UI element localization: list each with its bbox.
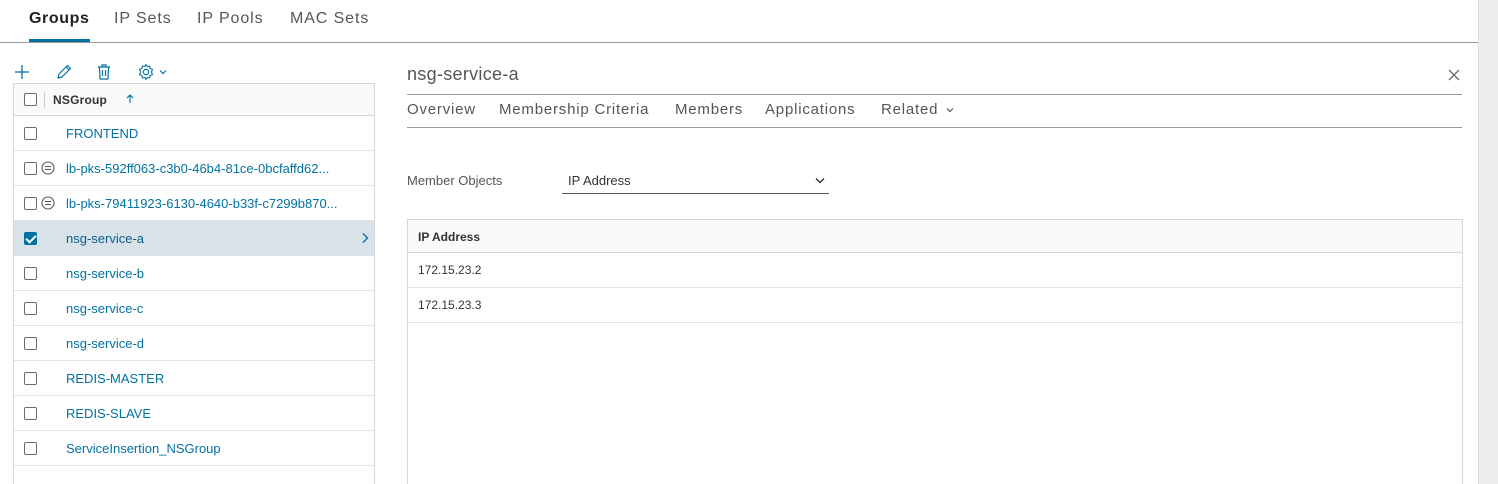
tab-ip-sets[interactable]: IP Sets [114, 8, 172, 42]
ip-address-table: IP Address 172.15.23.2 172.15.23.3 [407, 219, 1463, 484]
grid-row[interactable]: FRONTEND [14, 116, 374, 151]
tab-overview[interactable]: Overview [407, 101, 476, 118]
grid-row[interactable]: nsg-service-d [14, 326, 374, 361]
ip-address-cell: 172.15.23.2 [418, 263, 482, 277]
row-label[interactable]: REDIS-SLAVE [66, 406, 151, 421]
row-label[interactable]: lb-pks-592ff063-c3b0-46b4-81ce-0bcfaffd6… [66, 161, 329, 176]
tab-membership-criteria[interactable]: Membership Criteria [499, 101, 649, 118]
sort-ascending-icon[interactable] [125, 93, 135, 105]
row-checkbox[interactable] [24, 407, 37, 420]
row-checkbox[interactable] [24, 127, 37, 140]
grid-toolbar [12, 60, 182, 84]
chevron-down-icon [946, 108, 954, 113]
member-objects-label: Member Objects [407, 173, 503, 188]
add-button[interactable] [12, 60, 32, 84]
grid-row[interactable]: lb-pks-592ff063-c3b0-46b4-81ce-0bcfaffd6… [14, 151, 374, 186]
row-checkbox[interactable] [24, 232, 37, 245]
grid-row-selected[interactable]: nsg-service-a [14, 221, 374, 256]
top-tab-bar: Groups IP Sets IP Pools MAC Sets [0, 0, 1478, 43]
delete-button[interactable] [94, 60, 114, 84]
row-checkbox[interactable] [24, 302, 37, 315]
tab-mac-sets[interactable]: MAC Sets [290, 8, 369, 42]
table-row: 172.15.23.3 [408, 288, 1462, 323]
row-checkbox[interactable] [24, 337, 37, 350]
detail-title: nsg-service-a [407, 64, 519, 84]
column-header-nsgroup[interactable]: NSGroup [53, 93, 107, 107]
table-row: 172.15.23.2 [408, 253, 1462, 288]
tab-members[interactable]: Members [675, 101, 743, 118]
nsgroup-grid: NSGroup FRONTEND lb-pks-592ff063-c3b0-46… [13, 83, 375, 484]
chevron-right-icon[interactable] [360, 232, 370, 244]
tab-applications[interactable]: Applications [765, 101, 855, 118]
divider [407, 127, 1462, 128]
row-label[interactable]: lb-pks-79411923-6130-4640-b33f-c7299b870… [66, 196, 338, 211]
select-value: IP Address [568, 173, 631, 188]
ip-address-cell: 172.15.23.3 [418, 298, 482, 312]
row-label[interactable]: nsg-service-b [66, 266, 144, 281]
column-separator [44, 92, 45, 108]
settings-menu-button[interactable] [134, 60, 170, 84]
grid-row[interactable]: nsg-service-b [14, 256, 374, 291]
row-checkbox[interactable] [24, 162, 37, 175]
edit-button[interactable] [54, 60, 74, 84]
table-header: IP Address [408, 220, 1462, 253]
grid-row[interactable]: REDIS-SLAVE [14, 396, 374, 431]
row-label[interactable]: nsg-service-c [66, 301, 143, 316]
row-label[interactable]: REDIS-MASTER [66, 371, 164, 386]
divider [407, 94, 1462, 95]
row-label[interactable]: nsg-service-d [66, 336, 144, 351]
nsx-groups-page: Groups IP Sets IP Pools MAC Sets NSGroup… [0, 0, 1498, 484]
chevron-down-icon [815, 178, 825, 184]
grid-row[interactable]: ServiceInsertion_NSGroup [14, 431, 374, 466]
grid-row[interactable]: lb-pks-79411923-6130-4640-b33f-c7299b870… [14, 186, 374, 221]
row-label[interactable]: FRONTEND [66, 126, 138, 141]
trash-icon [98, 64, 110, 80]
grid-header: NSGroup [14, 84, 374, 116]
gear-icon [138, 63, 153, 81]
tab-groups[interactable]: Groups [29, 8, 90, 42]
row-label[interactable]: nsg-service-a [66, 231, 144, 246]
grid-row[interactable]: REDIS-MASTER [14, 361, 374, 396]
plus-icon [15, 65, 29, 79]
load-balancer-icon [41, 161, 55, 175]
pencil-icon [57, 64, 72, 79]
close-icon[interactable] [1447, 68, 1461, 82]
load-balancer-icon [41, 196, 55, 210]
grid-row[interactable]: nsg-service-c [14, 291, 374, 326]
tab-related-label: Related [881, 101, 939, 118]
tab-related[interactable]: Related [881, 101, 955, 118]
row-checkbox[interactable] [24, 442, 37, 455]
tab-ip-pools[interactable]: IP Pools [197, 8, 264, 42]
row-checkbox[interactable] [24, 372, 37, 385]
row-checkbox[interactable] [24, 267, 37, 280]
chevron-down-icon [159, 70, 166, 75]
row-label[interactable]: ServiceInsertion_NSGroup [66, 441, 221, 456]
vertical-scrollbar[interactable] [1478, 0, 1498, 484]
row-checkbox[interactable] [24, 197, 37, 210]
select-all-checkbox[interactable] [24, 93, 37, 106]
member-objects-select[interactable]: IP Address [562, 168, 829, 194]
column-header-ip-address[interactable]: IP Address [418, 230, 480, 244]
